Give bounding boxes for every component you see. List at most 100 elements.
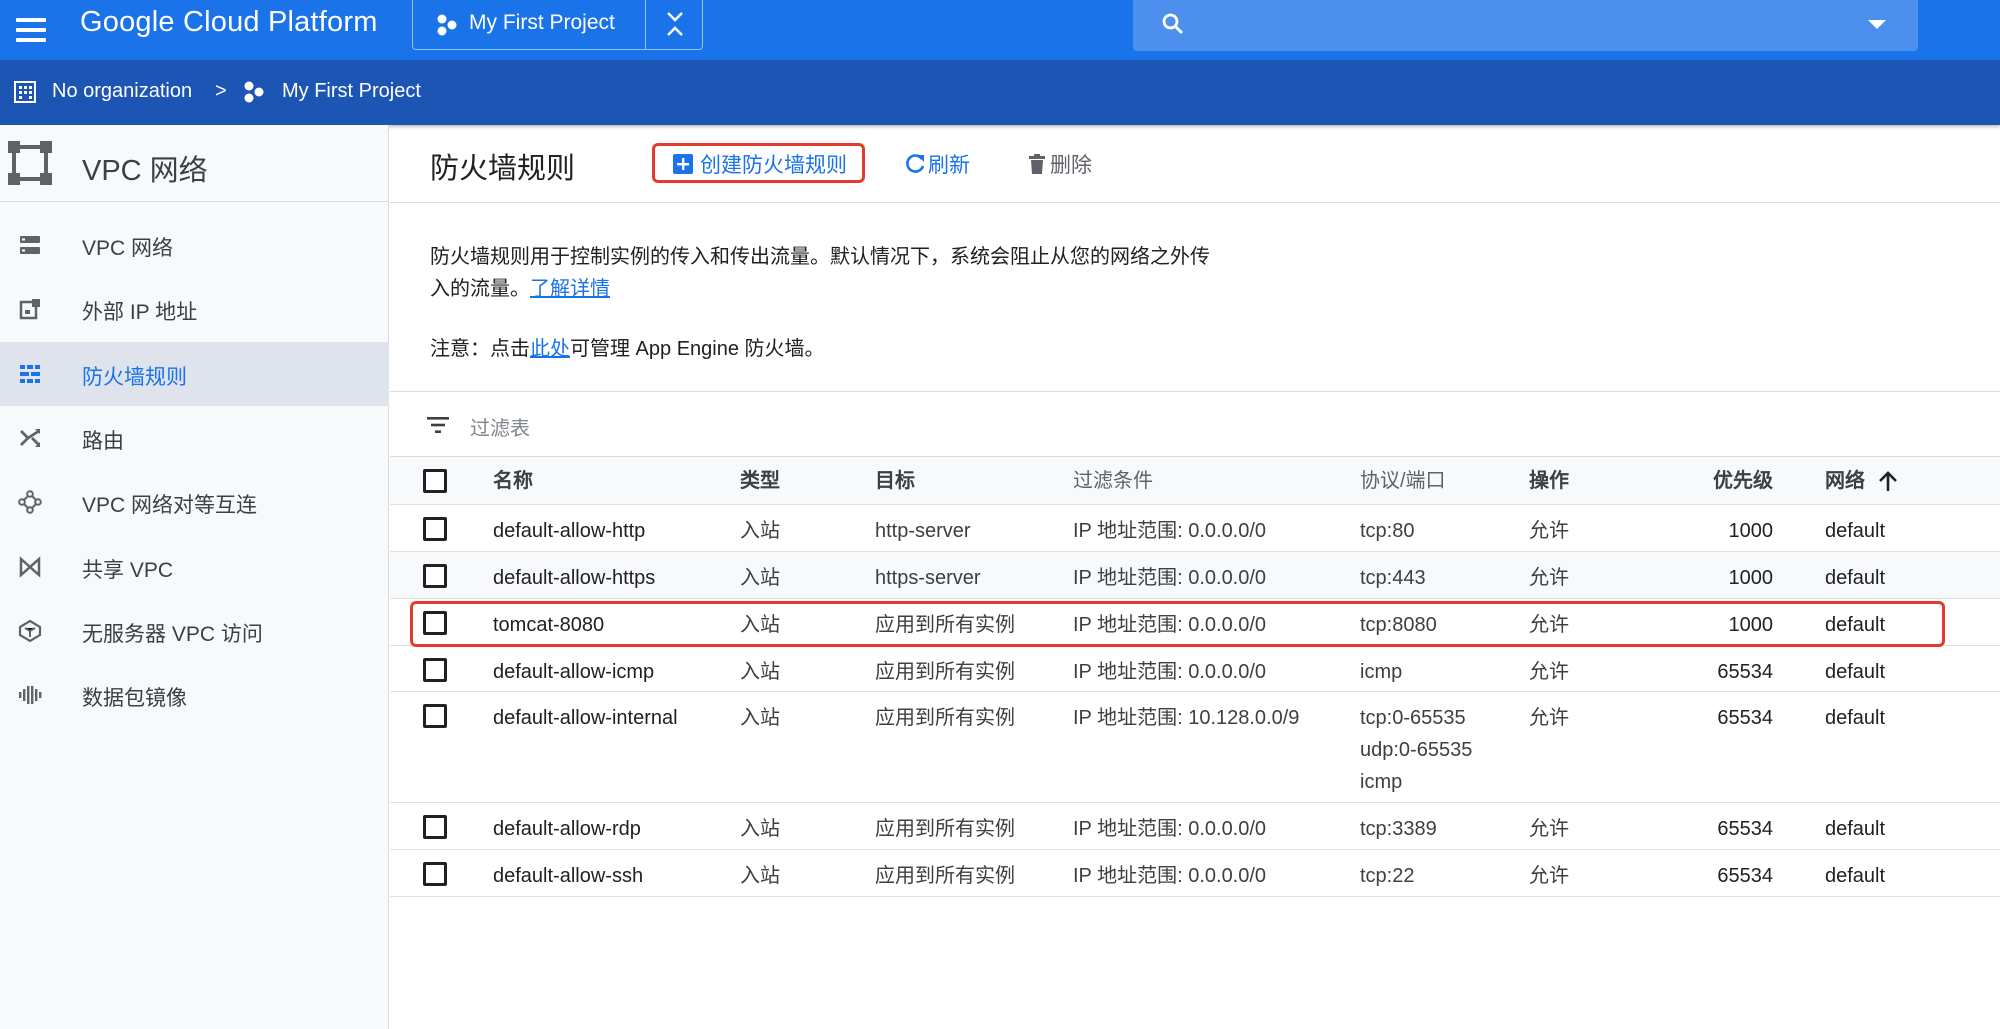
rule-filter: IP 地址范围: 0.0.0.0/0 [1073, 818, 1267, 840]
brand-title[interactable]: Google Cloud Platform [80, 6, 378, 39]
sidebar-item-external-ip[interactable]: 外部 IP 地址 [0, 277, 389, 341]
rule-action: 允许 [1529, 818, 1569, 840]
filter-input[interactable]: 过滤表 [470, 412, 530, 441]
rule-name[interactable]: default-allow-rdp [493, 816, 641, 842]
firewall-icon [20, 365, 40, 383]
rule-protocol: tcp:443 [1360, 567, 1426, 589]
rule-type: 入站 [740, 818, 780, 840]
sidebar-header: VPC 网络 [0, 125, 389, 202]
rule-target: https-server [875, 567, 981, 589]
column-header-type[interactable]: 类型 [740, 468, 780, 494]
breadcrumb-project[interactable]: My First Project [282, 80, 421, 103]
row-checkbox[interactable] [423, 704, 447, 728]
rule-name[interactable]: default-allow-internal [493, 705, 678, 731]
column-header-protocol: 协议/端口 [1360, 470, 1446, 492]
sidebar-item-firewall[interactable]: 防火墙规则 [0, 342, 389, 406]
rule-name[interactable]: default-allow-http [493, 518, 645, 544]
refresh-button[interactable]: 刷新 [904, 149, 970, 179]
rule-name[interactable]: default-allow-ssh [493, 863, 643, 889]
rule-filter: IP 地址范围: 0.0.0.0/0 [1073, 661, 1267, 683]
rule-network[interactable]: default [1825, 816, 1885, 842]
table-row[interactable]: default-allow-icmp 入站 应用到所有实例 IP 地址范围: 0… [390, 646, 2000, 692]
project-dots-icon [244, 81, 264, 103]
rule-action: 允许 [1529, 567, 1569, 589]
row-checkbox[interactable] [423, 517, 447, 541]
breadcrumb-separator: > [215, 80, 227, 102]
protocol-line: tcp:0-65535 [1360, 707, 1466, 729]
rule-type: 入站 [740, 661, 780, 683]
divider [645, 0, 646, 49]
table-row[interactable]: default-allow-internal 入站 应用到所有实例 IP 地址范… [390, 692, 2000, 803]
column-header-priority[interactable]: 优先级 [1640, 468, 1773, 494]
filter-icon [427, 417, 449, 433]
sidebar-item-label: VPC 网络对等互连 [82, 494, 258, 517]
sidebar-item-label: 防火墙规则 [82, 366, 187, 389]
rule-type: 入站 [740, 520, 780, 542]
rule-name[interactable]: default-allow-https [493, 565, 655, 591]
sort-ascending-icon[interactable] [1878, 470, 1898, 492]
sidebar-item-label: 共享 VPC [82, 559, 174, 582]
trash-icon [1029, 154, 1045, 174]
table-row[interactable]: default-allow-rdp 入站 应用到所有实例 IP 地址范围: 0.… [390, 803, 2000, 850]
sidebar-item-serverless[interactable]: 无服务器 VPC 访问 [0, 599, 389, 663]
protocol-line: udp:0-65535 [1360, 739, 1473, 761]
rule-target: 应用到所有实例 [875, 707, 1015, 729]
rule-priority: 65534 [1717, 661, 1773, 683]
sidebar-item-routes[interactable]: 路由 [0, 406, 389, 470]
rule-priority: 65534 [1717, 707, 1773, 729]
rule-protocol: icmp [1360, 661, 1403, 683]
column-header-network[interactable]: 网络 [1825, 468, 1865, 494]
chevron-down-icon[interactable] [1868, 20, 1886, 29]
rule-name[interactable]: default-allow-icmp [493, 659, 654, 685]
top-app-bar: Google Cloud Platform My First Project [0, 0, 2000, 60]
rule-network[interactable]: default [1825, 705, 1885, 731]
table-row[interactable]: default-allow-https 入站 https-server IP 地… [390, 552, 2000, 599]
rule-type: 入站 [740, 567, 780, 589]
sidebar-item-vpc-network[interactable]: VPC 网络 [0, 213, 389, 277]
rule-network[interactable]: default [1825, 863, 1885, 889]
sidebar-item-packet-mirroring[interactable]: 数据包镜像 [0, 663, 389, 727]
column-header-target[interactable]: 目标 [875, 468, 915, 494]
create-firewall-rule-button[interactable]: 创建防火墙规则 [672, 149, 847, 179]
row-checkbox[interactable] [423, 658, 447, 682]
table-row[interactable]: default-allow-ssh 入站 应用到所有实例 IP 地址范围: 0.… [390, 850, 2000, 897]
vpc-logo-icon [8, 141, 52, 185]
select-all-checkbox[interactable] [423, 469, 447, 493]
rule-network[interactable]: default [1825, 518, 1885, 544]
rule-network[interactable]: default [1825, 659, 1885, 685]
project-selector[interactable]: My First Project [412, 0, 703, 50]
rule-network[interactable]: default [1825, 565, 1885, 591]
rule-priority: 1000 [1728, 520, 1774, 542]
rule-type: 入站 [740, 707, 780, 729]
hamburger-menu-icon[interactable] [16, 12, 52, 48]
rule-target: 应用到所有实例 [875, 818, 1015, 840]
column-header-name[interactable]: 名称 [493, 468, 533, 494]
project-dots-icon [437, 14, 457, 36]
sidebar-item-peering[interactable]: VPC 网络对等互连 [0, 470, 389, 534]
rule-protocol: tcp:80 [1360, 520, 1415, 542]
breadcrumb-organization[interactable]: No organization [52, 80, 192, 103]
page-description: 防火墙规则用于控制实例的传入和传出流量。默认情况下，系统会阻止从您的网络之外传 … [430, 241, 1310, 305]
rule-action: 允许 [1529, 707, 1569, 729]
column-header-action[interactable]: 操作 [1529, 468, 1569, 494]
table-row[interactable]: default-allow-http 入站 http-server IP 地址范… [390, 505, 2000, 552]
serverless-icon [18, 619, 42, 643]
note-suffix: 可管理 App Engine 防火墙。 [570, 338, 825, 360]
row-checkbox[interactable] [423, 815, 447, 839]
search-bar[interactable] [1133, 0, 1918, 51]
refresh-label: 刷新 [928, 154, 970, 177]
table-header-row: 名称 类型 目标 过滤条件 协议/端口 操作 优先级 网络 [390, 457, 2000, 505]
app-engine-link[interactable]: 此处 [530, 338, 570, 360]
sidebar-title: VPC 网络 [82, 155, 208, 187]
expand-icon[interactable] [663, 8, 687, 40]
refresh-icon [906, 154, 925, 173]
learn-more-link[interactable]: 了解详情 [530, 278, 610, 300]
row-checkbox[interactable] [423, 564, 447, 588]
sidebar-item-shared-vpc[interactable]: 共享 VPC [0, 535, 389, 599]
protocol-line: icmp [1360, 771, 1403, 793]
row-checkbox[interactable] [423, 862, 447, 886]
rule-filter: IP 地址范围: 10.128.0.0/9 [1073, 707, 1300, 729]
search-icon [1162, 13, 1184, 35]
delete-button[interactable]: 删除 [1026, 149, 1092, 179]
filter-bar[interactable]: 过滤表 [390, 391, 2000, 457]
